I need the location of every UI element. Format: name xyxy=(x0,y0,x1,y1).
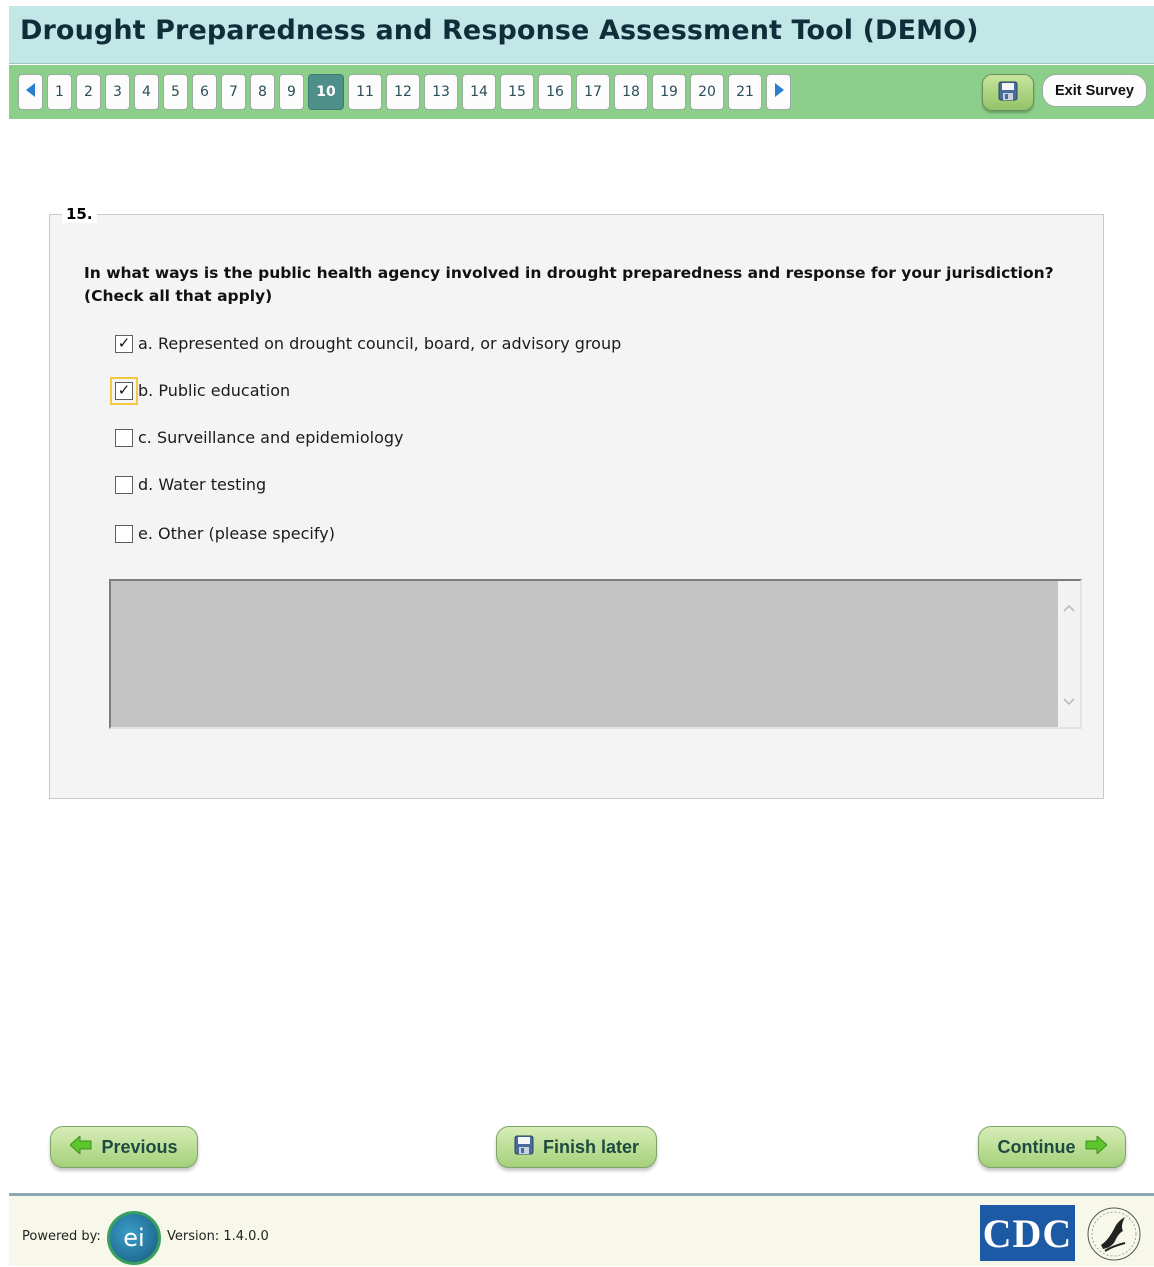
hhs-eagle-logo-icon xyxy=(1085,1205,1143,1263)
option-d[interactable]: d. Water testing xyxy=(114,475,266,494)
page-title: Drought Preparedness and Response Assess… xyxy=(20,15,979,46)
page-button-10-current[interactable]: 10 xyxy=(308,74,344,110)
question-number: 15. xyxy=(62,205,97,223)
option-d-label[interactable]: d. Water testing xyxy=(138,475,266,494)
cdc-logo: CDC xyxy=(980,1205,1075,1261)
option-c[interactable]: c. Surveillance and epidemiology xyxy=(114,428,403,447)
page-button-21[interactable]: 21 xyxy=(728,74,762,110)
page-button-7[interactable]: 7 xyxy=(221,74,246,110)
page-button-16[interactable]: 16 xyxy=(538,74,572,110)
page-button-9[interactable]: 9 xyxy=(279,74,304,110)
page-button-5[interactable]: 5 xyxy=(163,74,188,110)
version-label: Version: 1.4.0.0 xyxy=(167,1229,269,1244)
continue-label: Continue xyxy=(997,1136,1076,1157)
app-header: Drought Preparedness and Response Assess… xyxy=(9,6,1154,64)
question-instruction: (Check all that apply) xyxy=(84,287,273,305)
next-page-button[interactable] xyxy=(766,74,791,110)
page-button-18[interactable]: 18 xyxy=(614,74,648,110)
textarea-scrollbar[interactable] xyxy=(1058,581,1080,727)
page-button-4[interactable]: 4 xyxy=(134,74,159,110)
previous-label: Previous xyxy=(101,1136,178,1157)
checkbox-c[interactable] xyxy=(115,428,133,447)
checkbox-e[interactable] xyxy=(115,524,133,543)
page-button-11[interactable]: 11 xyxy=(348,74,382,110)
option-b[interactable]: ✓ b. Public education xyxy=(110,376,290,405)
question-prompt: In what ways is the public health agency… xyxy=(84,264,1054,282)
option-b-label[interactable]: b. Public education xyxy=(138,381,290,400)
page-button-15[interactable]: 15 xyxy=(500,74,534,110)
left-arrow-icon xyxy=(69,1134,92,1159)
option-a-label[interactable]: a. Represented on drought council, board… xyxy=(138,334,621,353)
powered-by-label: Powered by: xyxy=(22,1229,101,1244)
right-triangle-icon xyxy=(774,83,784,101)
page-button-14[interactable]: 14 xyxy=(462,74,496,110)
page-button-19[interactable]: 19 xyxy=(652,74,686,110)
option-c-label[interactable]: c. Surveillance and epidemiology xyxy=(138,428,403,447)
question-text: In what ways is the public health agency… xyxy=(84,262,1054,308)
continue-button[interactable]: Continue xyxy=(978,1126,1126,1168)
page-navigation-bar: 1 2 3 4 5 6 7 8 9 10 11 12 13 14 15 16 1… xyxy=(9,65,1154,119)
other-specify-textarea[interactable] xyxy=(109,579,1082,729)
finish-later-button[interactable]: Finish later xyxy=(496,1126,657,1168)
option-e-label[interactable]: e. Other (please specify) xyxy=(138,524,335,543)
page-button-8[interactable]: 8 xyxy=(250,74,275,110)
page-button-3[interactable]: 3 xyxy=(105,74,130,110)
checkbox-d[interactable] xyxy=(115,475,133,494)
scroll-down-icon[interactable] xyxy=(1063,695,1075,707)
page-button-13[interactable]: 13 xyxy=(424,74,458,110)
ei-logo-text: ei xyxy=(123,1224,145,1252)
ei-logo: ei xyxy=(107,1211,161,1265)
cdc-logo-text: CDC xyxy=(982,1210,1073,1256)
page-list: 1 2 3 4 5 6 7 8 9 10 11 12 13 14 15 16 1… xyxy=(18,74,791,110)
option-e[interactable]: e. Other (please specify) xyxy=(114,524,335,543)
previous-button[interactable]: Previous xyxy=(50,1126,198,1168)
scroll-up-icon[interactable] xyxy=(1063,601,1075,613)
page-button-12[interactable]: 12 xyxy=(386,74,420,110)
floppy-disk-icon xyxy=(998,81,1018,105)
option-a[interactable]: ✓ a. Represented on drought council, boa… xyxy=(114,334,621,353)
finish-later-label: Finish later xyxy=(542,1136,640,1157)
checkbox-b-checked[interactable]: ✓ xyxy=(110,376,138,405)
exit-survey-button[interactable]: Exit Survey xyxy=(1042,74,1147,107)
save-button[interactable] xyxy=(982,74,1034,111)
checkbox-a-checked[interactable]: ✓ xyxy=(115,334,133,353)
previous-page-button[interactable] xyxy=(18,74,43,110)
page-button-6[interactable]: 6 xyxy=(192,74,217,110)
footer: Powered by: ei Version: 1.4.0.0 CDC xyxy=(9,1193,1154,1266)
floppy-disk-icon xyxy=(514,1135,534,1160)
right-arrow-icon xyxy=(1085,1134,1108,1159)
page-button-20[interactable]: 20 xyxy=(690,74,724,110)
page-button-2[interactable]: 2 xyxy=(76,74,101,110)
left-triangle-icon xyxy=(25,83,36,101)
page-button-17[interactable]: 17 xyxy=(576,74,610,110)
page-button-1[interactable]: 1 xyxy=(47,74,72,110)
